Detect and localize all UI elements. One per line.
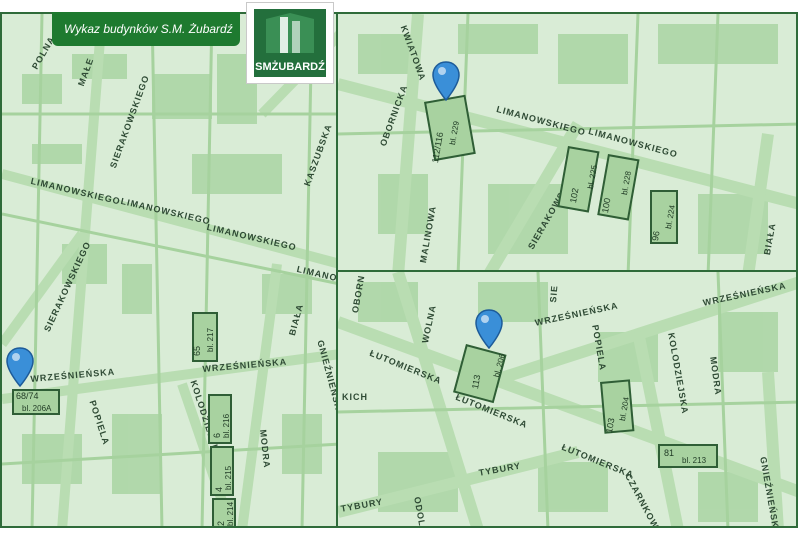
building-label: bl. 217 [206,327,215,352]
building-number: 2 [216,520,226,526]
location-pin-icon[interactable] [474,308,504,352]
building-label: bl. 213 [682,456,707,465]
building-label: bl. 216 [222,413,231,438]
building-number: 96 [650,230,662,242]
location-pin-icon[interactable] [431,60,461,104]
location-pin-icon[interactable] [5,346,35,390]
map-composite: POLNA MAŁE SIERAKOWSKIEGO KASZUBSKA LIMA… [0,0,798,539]
logo-badge: SMŻUBARDŹ [254,9,326,77]
building-label: bl. 214 [226,501,235,526]
map-panel-bottom-right[interactable]: OBORN WOLNA SIE WRZEŚNIEŃSKA WRZEŚNIEŃSK… [336,270,798,528]
building-number: 4 [214,486,224,492]
map-panel-top-right[interactable]: KWIATOWA OBORNICKA LIMANOWSKIEGO LIMANOW… [336,12,798,274]
logo[interactable]: SMŻUBARDŹ [246,2,334,84]
building-number: 81 [664,448,675,458]
map-background-left [2,14,336,526]
street-label: KICH [342,392,368,402]
building-label: bl. 206A [22,404,52,413]
building-number: 65 [192,345,202,356]
map-panel-left[interactable]: POLNA MAŁE SIERAKOWSKIEGO KASZUBSKA LIMA… [0,12,338,528]
page-title: Wykaz budynków S.M. Żubardź [64,22,233,36]
building-number: 6 [212,432,222,438]
title-banner: Wykaz budynków S.M. Żubardź [52,12,240,46]
building-logo-icon [266,13,314,53]
building-number: 68/74 [16,391,39,401]
logo-text: SMŻUBARDŹ [255,61,325,73]
street-label: SIE [548,284,560,303]
building-label: bl. 215 [224,465,233,490]
